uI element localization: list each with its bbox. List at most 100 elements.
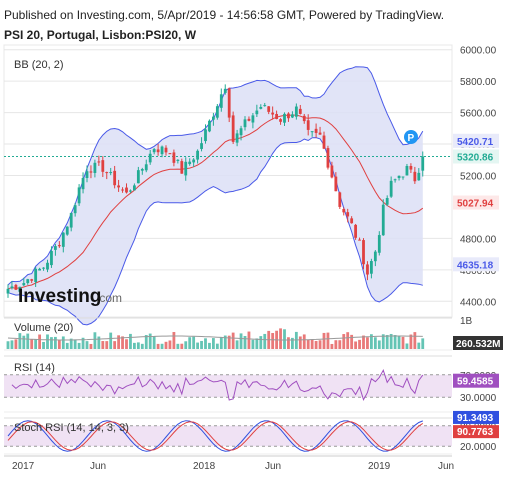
- price-tags: 5420.71 5320.86 5027.94 4635.18: [453, 133, 499, 272]
- candle-body: [192, 159, 196, 163]
- candle-body: [243, 119, 247, 128]
- rsi-indicator-label[interactable]: RSI (14): [14, 362, 55, 374]
- candle-body: [85, 171, 89, 179]
- candle-body: [267, 106, 271, 112]
- candle-body: [196, 150, 199, 160]
- bb-upper-tag: 5420.71: [457, 137, 494, 148]
- volume-bar: [358, 339, 361, 349]
- volume-tick: 1B: [460, 316, 473, 327]
- volume-indicator-label[interactable]: Volume (20): [14, 322, 73, 334]
- volume-bar: [212, 338, 215, 349]
- volume-bar: [302, 334, 306, 349]
- bb-indicator-label[interactable]: BB (20, 2): [14, 59, 64, 71]
- candle-body: [298, 108, 302, 114]
- candle-body: [255, 110, 259, 115]
- volume-bar: [113, 341, 117, 349]
- volume-bar: [405, 343, 409, 349]
- price-tick-label: 5600.00: [460, 109, 497, 120]
- candle-body: [168, 153, 172, 155]
- candle-body: [373, 251, 377, 262]
- rsi-tick: 30.0000: [460, 393, 497, 404]
- candle-body: [22, 283, 26, 286]
- volume-bar: [105, 341, 109, 349]
- price-marker-p-icon[interactable]: P: [404, 130, 418, 144]
- candle-body: [275, 113, 278, 119]
- candle-body: [14, 284, 18, 290]
- volume-bar: [283, 329, 286, 349]
- candle-body: [215, 106, 219, 118]
- candle-body: [212, 116, 215, 120]
- volume-bar: [6, 341, 10, 349]
- volume-bar: [34, 339, 38, 349]
- candle-body: [69, 212, 73, 228]
- stoch-rsi-indicator-label[interactable]: Stoch RSI (14, 14, 3, 3): [14, 422, 129, 434]
- candle-body: [57, 245, 61, 247]
- volume-bar: [259, 336, 263, 349]
- candle-body: [38, 268, 41, 271]
- volume-bar: [421, 338, 425, 349]
- candle-body: [239, 128, 243, 136]
- volume-bar: [251, 339, 255, 349]
- volume-bar: [362, 335, 365, 349]
- rsi-pane: 70.000030.000059.4585: [4, 355, 499, 413]
- candle-body: [61, 232, 65, 247]
- candle-body: [263, 105, 267, 107]
- time-tick-label: 2018: [193, 461, 216, 472]
- candle-body: [413, 171, 417, 182]
- candle-body: [129, 190, 132, 192]
- candle-body: [152, 149, 156, 153]
- candle-body: [314, 128, 318, 133]
- stoch-k-value: 91.3493: [457, 413, 494, 424]
- time-tick-label: Jun: [265, 461, 281, 472]
- volume-bar: [18, 333, 22, 349]
- volume-bar: [231, 332, 235, 349]
- volume-bar: [322, 332, 326, 349]
- candle-body: [401, 176, 405, 178]
- candle-body: [310, 131, 314, 133]
- candle-body: [287, 113, 290, 119]
- rsi-value: 59.4585: [457, 377, 494, 388]
- candle-body: [125, 187, 128, 193]
- volume-bar: [235, 340, 239, 349]
- stoch-d-value: 90.7763: [457, 427, 494, 438]
- volume-bar: [279, 328, 282, 349]
- candle-body: [156, 149, 160, 153]
- candle-body: [176, 159, 180, 161]
- candle-body: [144, 164, 148, 171]
- candle-body: [133, 185, 136, 191]
- candle-body: [271, 112, 275, 115]
- candle-body: [208, 120, 211, 132]
- candle-body: [30, 279, 34, 281]
- candle-body: [200, 143, 203, 149]
- candle-body: [105, 172, 109, 174]
- volume-bar: [176, 343, 180, 349]
- volume-bar: [338, 340, 342, 349]
- volume-bar: [263, 333, 267, 349]
- candle-body: [346, 212, 350, 217]
- candle-body: [235, 133, 239, 143]
- candle-body: [219, 94, 223, 108]
- volume-bar: [125, 339, 128, 349]
- candle-body: [121, 189, 124, 191]
- volume-bar: [164, 341, 168, 349]
- time-axis[interactable]: 2017 Jun 2018 Jun 2019 Jun: [4, 455, 454, 472]
- candle-body: [334, 176, 338, 192]
- candle-body: [136, 170, 140, 184]
- candle-body: [73, 205, 77, 214]
- volume-bar: [219, 337, 223, 349]
- candle-body: [294, 106, 298, 117]
- volume-bar: [30, 339, 34, 349]
- candle-body: [417, 172, 421, 181]
- volume-bar: [409, 334, 413, 349]
- volume-bar: [50, 337, 53, 349]
- candle-body: [247, 118, 251, 121]
- bb-basis-tag: 5027.94: [457, 199, 494, 210]
- volume-bar: [136, 342, 140, 349]
- volume-bar: [413, 332, 417, 349]
- close-price-tag: 5320.86: [457, 152, 494, 163]
- candle-body: [231, 115, 235, 142]
- volume-bar: [152, 336, 156, 349]
- candle-body: [385, 197, 389, 205]
- candle-body: [148, 153, 152, 163]
- candle-body: [93, 162, 97, 173]
